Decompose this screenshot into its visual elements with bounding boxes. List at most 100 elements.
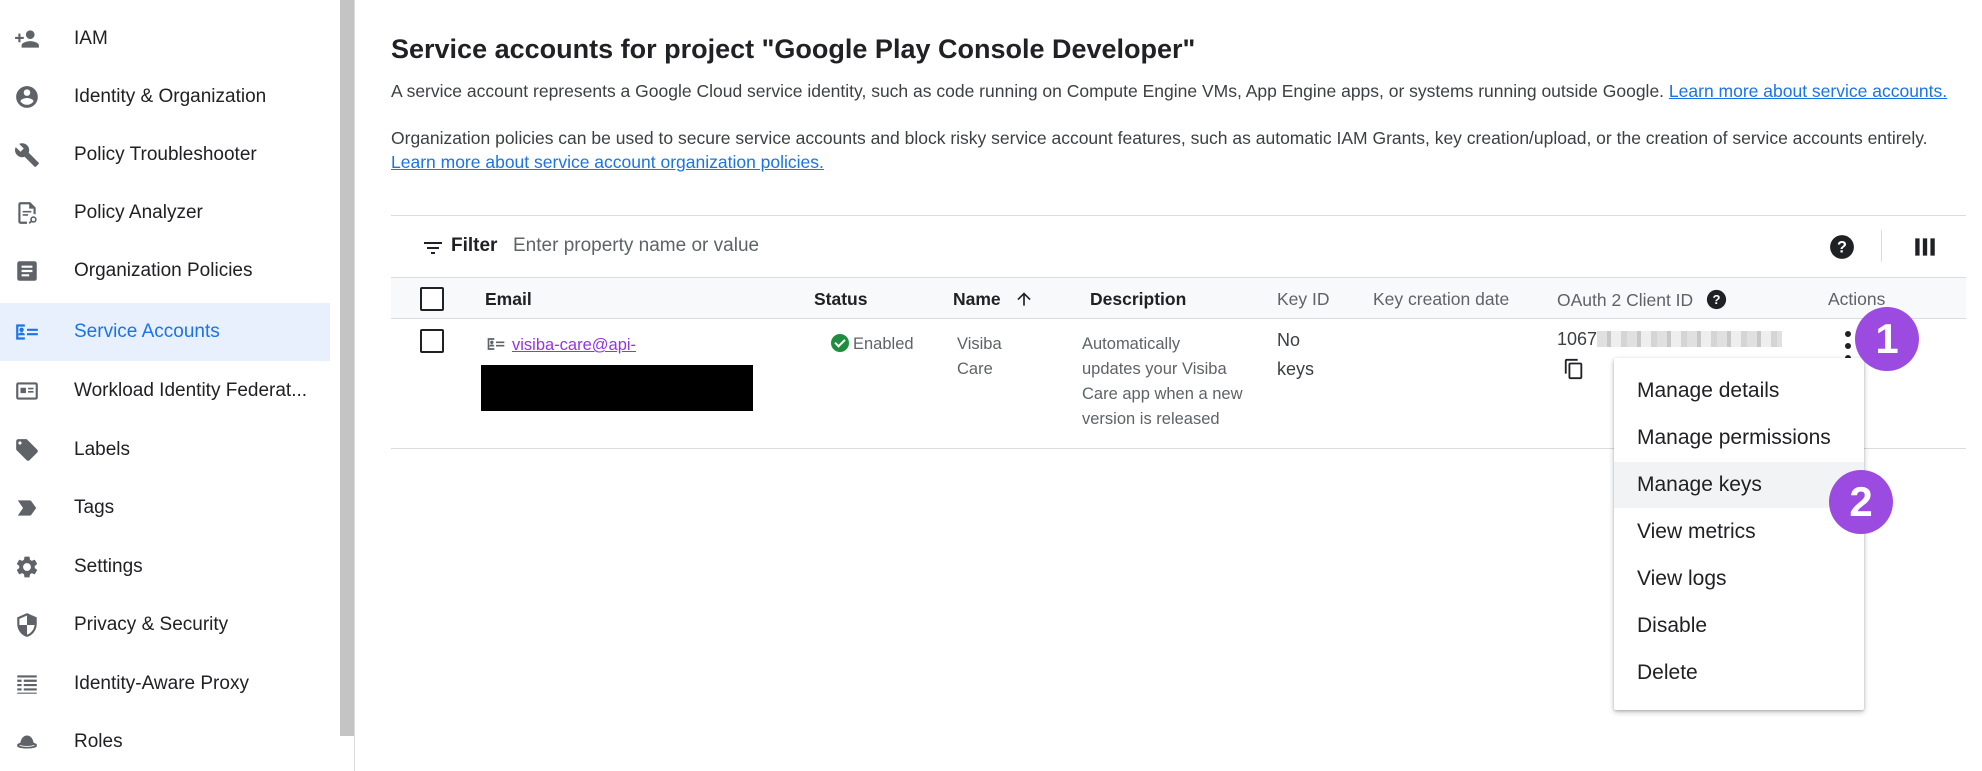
sidebar-item-iam[interactable]: IAM (0, 10, 330, 68)
redacted-email-block (481, 365, 753, 411)
filter-icon[interactable] (421, 236, 445, 260)
service-account-icon (14, 319, 40, 345)
sidebar-item-label: Organization Policies (74, 260, 253, 281)
sidebar-item-label: Roles (74, 731, 123, 752)
actions-menu: Manage details Manage permissions Manage… (1614, 358, 1864, 710)
select-all-checkbox[interactable] (420, 287, 444, 311)
sidebar-divider (354, 0, 355, 771)
sidebar-item-labels[interactable]: Labels (0, 421, 330, 479)
column-header-oauth-label: OAuth 2 Client ID (1557, 290, 1694, 310)
email-cell: visiba-care@api- (486, 333, 636, 358)
sort-ascending-icon (1016, 292, 1031, 306)
account-circle-icon (14, 84, 40, 110)
sidebar-item-settings[interactable]: Settings (0, 538, 330, 596)
sidebar-item-roles[interactable]: Roles (0, 713, 330, 771)
sidebar-item-label: Policy Analyzer (74, 202, 203, 223)
sidebar-item-label: Identity-Aware Proxy (74, 673, 249, 694)
description-line: updates your Visiba (1082, 360, 1227, 378)
page-title: Service accounts for project "Google Pla… (391, 34, 1196, 64)
check-circle-icon (831, 334, 849, 352)
column-header-status[interactable]: Status (814, 289, 867, 310)
column-display-icon[interactable] (1912, 234, 1938, 260)
label-chevron-icon (14, 495, 40, 521)
menu-item-view-metrics[interactable]: View metrics (1614, 509, 1864, 555)
menu-item-manage-details[interactable]: Manage details (1614, 368, 1864, 414)
column-header-name[interactable]: Name (953, 289, 1034, 310)
sidebar-item-label: Policy Troubleshooter (74, 144, 257, 165)
sidebar-item-label: Workload Identity Federat... (74, 380, 308, 401)
service-account-icon (487, 338, 505, 350)
sidebar-item-privacy-security[interactable]: Privacy & Security (0, 596, 330, 654)
column-header-description[interactable]: Description (1090, 289, 1186, 310)
sidebar-item-label: Labels (74, 439, 130, 460)
row-checkbox[interactable] (420, 329, 444, 353)
key-id-line: keys (1277, 359, 1315, 379)
oauth-client-id-cell: 1067 (1557, 327, 1783, 352)
person-add-icon (14, 26, 40, 52)
sidebar-item-policy-troubleshooter[interactable]: Policy Troubleshooter (0, 126, 330, 184)
menu-item-disable[interactable]: Disable (1614, 603, 1864, 649)
menu-item-delete[interactable]: Delete (1614, 650, 1864, 696)
name-line: Visiba (957, 335, 1002, 353)
table-header: Email Status Name Description Key ID Key… (391, 277, 1966, 319)
menu-item-manage-keys[interactable]: Manage keys (1614, 462, 1864, 508)
sidebar: IAM Identity & Organization Policy Troub… (0, 0, 340, 771)
sidebar-item-label: Settings (74, 556, 143, 577)
help-icon[interactable]: ? (1829, 234, 1855, 260)
blurred-client-id (1597, 331, 1783, 347)
shield-icon (14, 612, 40, 638)
org-policies-link-line: Learn more about service account organiz… (391, 150, 824, 175)
description-line: version is released (1082, 410, 1220, 428)
column-header-name-label: Name (953, 289, 1001, 309)
step-badge-1: 1 (1855, 307, 1919, 371)
sidebar-item-label: Service Accounts (74, 321, 220, 342)
sidebar-item-label: Tags (74, 497, 115, 518)
sidebar-item-label: Identity & Organization (74, 86, 267, 107)
sidebar-item-identity-organization[interactable]: Identity & Organization (0, 68, 330, 126)
sidebar-item-label: Privacy & Security (74, 614, 229, 635)
wrench-icon (14, 142, 40, 168)
filter-label[interactable]: Filter (451, 235, 497, 257)
filter-bar: Filter ? (391, 216, 1966, 276)
description-line: Care app when a new (1082, 385, 1243, 403)
sidebar-item-identity-aware-proxy[interactable]: Identity-Aware Proxy (0, 655, 330, 713)
tag-icon (14, 437, 40, 463)
column-header-email[interactable]: Email (485, 289, 532, 310)
svg-text:?: ? (1713, 292, 1721, 307)
column-header-key-creation-date[interactable]: Key creation date (1373, 289, 1509, 310)
filter-input[interactable] (513, 228, 1213, 264)
learn-more-org-policies-link[interactable]: Learn more about service account organiz… (391, 152, 824, 172)
column-header-oauth-client-id[interactable]: OAuth 2 Client ID ? (1557, 289, 1727, 311)
copy-icon[interactable] (1563, 358, 1585, 380)
description-line: Automatically (1082, 335, 1181, 353)
sidebar-scrollbar[interactable] (340, 0, 354, 736)
status-text: Enabled (853, 335, 914, 353)
key-id-line: No (1277, 330, 1301, 350)
hat-icon (14, 729, 40, 755)
id-card-icon (14, 378, 40, 404)
proxy-list-icon (14, 671, 40, 697)
gear-icon (14, 554, 40, 580)
learn-more-service-accounts-link[interactable]: Learn more about service accounts. (1669, 81, 1947, 101)
help-icon[interactable]: ? (1706, 289, 1727, 310)
toolbar-separator (1881, 230, 1882, 262)
step-badge-2: 2 (1829, 470, 1893, 534)
sidebar-item-organization-policies[interactable]: Organization Policies (0, 242, 330, 300)
column-header-actions: Actions (1828, 289, 1886, 309)
service-account-email-link[interactable]: visiba-care@api- (512, 336, 636, 354)
key-id-cell: No keys (1277, 326, 1314, 384)
menu-item-view-logs[interactable]: View logs (1614, 556, 1864, 602)
svg-text:?: ? (1837, 238, 1847, 256)
sidebar-item-service-accounts[interactable]: Service Accounts (0, 303, 330, 361)
oauth-client-id-prefix: 1067 (1557, 329, 1598, 349)
sidebar-item-label: IAM (74, 28, 108, 49)
sidebar-item-tags[interactable]: Tags (0, 479, 330, 537)
name-line: Care (957, 360, 993, 378)
name-cell: Visiba Care (957, 332, 1002, 382)
sidebar-item-policy-analyzer[interactable]: Policy Analyzer (0, 184, 330, 242)
sidebar-item-workload-identity-federation[interactable]: Workload Identity Federat... (0, 362, 330, 420)
service-accounts-description: A service account represents a Google Cl… (391, 79, 1947, 104)
policy-doc-icon (14, 200, 40, 226)
menu-item-manage-permissions[interactable]: Manage permissions (1614, 415, 1864, 461)
column-header-key-id[interactable]: Key ID (1277, 289, 1330, 310)
